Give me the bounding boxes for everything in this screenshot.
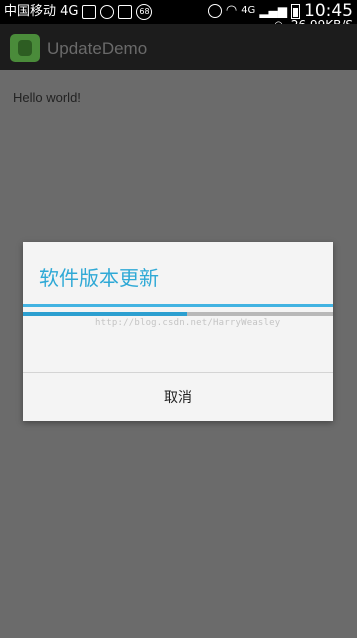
dialog-title: 软件版本更新 <box>39 266 159 290</box>
sync-icon <box>100 5 115 19</box>
title-divider <box>23 304 333 307</box>
download-progress-bar <box>23 312 333 316</box>
hello-text: Hello world! <box>13 90 81 105</box>
network-type: 4G <box>241 5 256 16</box>
app-icon <box>10 34 40 62</box>
update-dialog: 软件版本更新 http://blog.csdn.net/HarryWeasley… <box>23 242 333 421</box>
watermark-text: http://blog.csdn.net/HarryWeasley <box>95 318 281 328</box>
image-icon <box>82 5 97 19</box>
wifi-icon: ◠ <box>225 3 238 18</box>
alarm-icon <box>207 4 222 18</box>
app-title: UpdateDemo <box>47 39 148 58</box>
shield-icon <box>118 5 133 19</box>
cancel-button[interactable]: 取消 <box>23 373 333 421</box>
carrier-text: 中国移动 4G <box>4 4 79 19</box>
status-left: 中国移动 4G 68 <box>4 3 153 21</box>
progress-fill <box>23 312 188 316</box>
notification-badge: 68 <box>136 4 153 20</box>
